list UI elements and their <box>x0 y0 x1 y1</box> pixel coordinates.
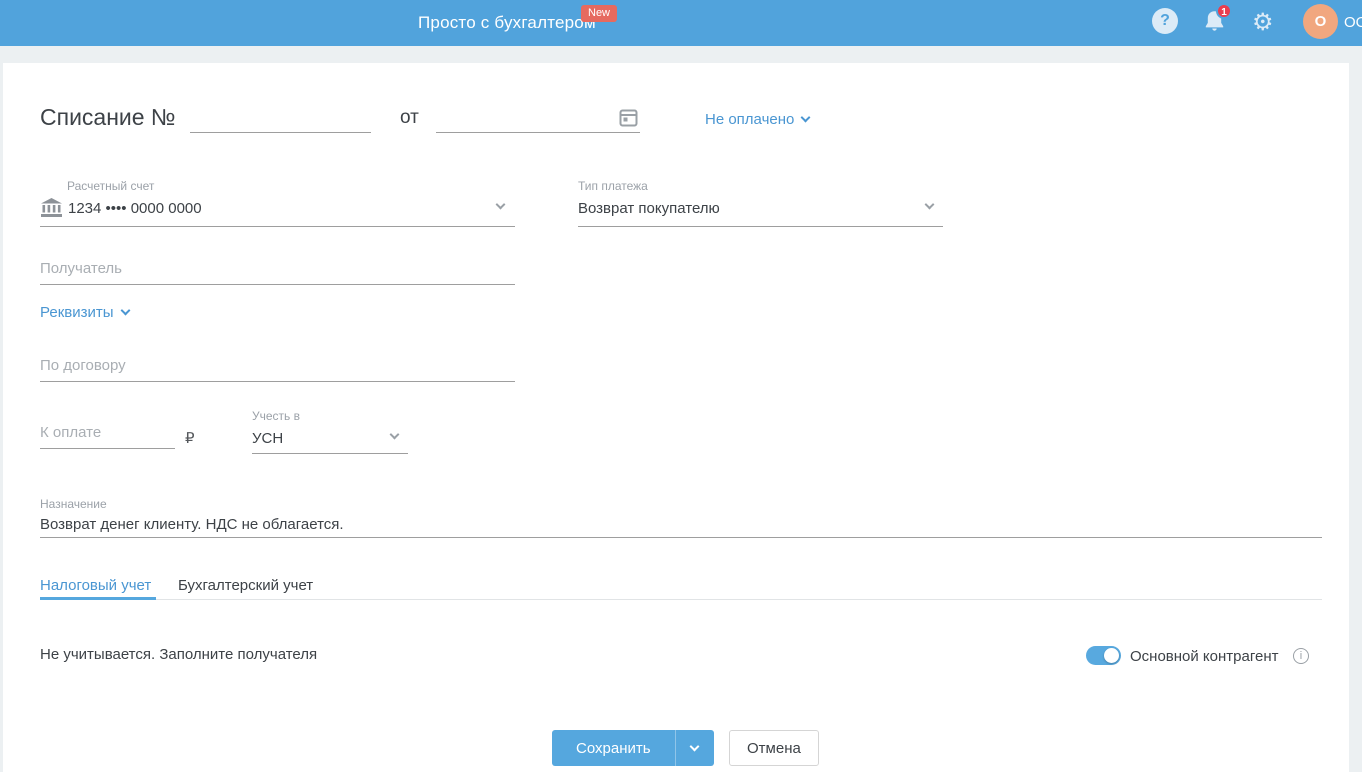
payment-status-dropdown[interactable]: Не оплачено <box>705 111 811 128</box>
account-value[interactable]: 1234 •••• 0000 0000 <box>68 200 202 217</box>
payment-type-label: Тип платежа <box>578 179 648 193</box>
main-contractor-toggle[interactable] <box>1086 646 1121 665</box>
help-icon[interactable]: ? <box>1152 8 1178 34</box>
app-title: Просто с бухгалтером <box>418 13 596 32</box>
purpose-underline <box>40 537 1322 538</box>
cancel-button[interactable]: Отмена <box>729 730 819 766</box>
currency-symbol: ₽ <box>185 430 195 447</box>
new-badge: New <box>581 5 618 22</box>
chevron-down-icon <box>689 741 700 751</box>
toggle-knob <box>1104 648 1119 663</box>
payment-type-underline <box>578 226 943 227</box>
gear-icon[interactable]: ⚙ <box>1252 6 1274 38</box>
amount-input[interactable] <box>40 424 175 449</box>
save-button[interactable]: Сохранить <box>552 730 675 766</box>
content-card <box>3 63 1349 772</box>
notification-badge: 1 <box>1216 3 1232 19</box>
account-label: Расчетный счет <box>67 179 155 193</box>
payment-type-value[interactable]: Возврат покупателю <box>578 200 720 217</box>
header-bar: Просто с бухгалтером New ? 1 ⚙ О ОО <box>0 0 1362 46</box>
bank-icon <box>41 198 62 222</box>
tab-bookkeeping[interactable]: Бухгалтерский учет <box>178 577 313 594</box>
calendar-icon[interactable] <box>619 108 638 132</box>
save-options-button[interactable] <box>674 730 714 766</box>
purpose-label: Назначение <box>40 497 107 511</box>
tax-status-text: Не учитывается. Заполните получателя <box>40 646 318 663</box>
org-name[interactable]: ОО <box>1344 14 1362 31</box>
main-contractor-label: Основной контрагент <box>1130 648 1279 665</box>
page: Просто с бухгалтером New ? 1 ⚙ О ОО Спис… <box>0 0 1362 772</box>
info-icon[interactable]: i <box>1293 648 1309 664</box>
tab-tax-accounting[interactable]: Налоговый учет <box>40 577 151 594</box>
account-in-label: Учесть в <box>252 409 301 423</box>
details-link-label: Реквизиты <box>40 304 114 321</box>
contract-input[interactable] <box>40 357 515 382</box>
account-underline <box>40 226 515 227</box>
account-in-value[interactable]: УСН <box>252 430 283 447</box>
chevron-down-icon <box>120 305 130 316</box>
recipient-input[interactable] <box>40 260 515 285</box>
date-prefix-label: от <box>400 107 419 128</box>
notifications-button[interactable]: 1 <box>1203 3 1233 37</box>
save-split-button: Сохранить <box>552 730 714 766</box>
doc-number-input[interactable] <box>190 108 371 133</box>
tabs-divider <box>40 599 1322 600</box>
account-in-underline <box>252 453 408 454</box>
avatar[interactable]: О <box>1303 4 1338 39</box>
purpose-value[interactable]: Возврат денег клиенту. НДС не облагается… <box>40 516 344 533</box>
chevron-down-icon <box>800 112 811 123</box>
page-title: Списание № <box>40 104 176 130</box>
date-input[interactable] <box>436 108 640 133</box>
active-tab-indicator <box>40 597 156 600</box>
payment-status-label: Не оплачено <box>705 111 795 128</box>
details-link[interactable]: Реквизиты <box>40 304 130 321</box>
